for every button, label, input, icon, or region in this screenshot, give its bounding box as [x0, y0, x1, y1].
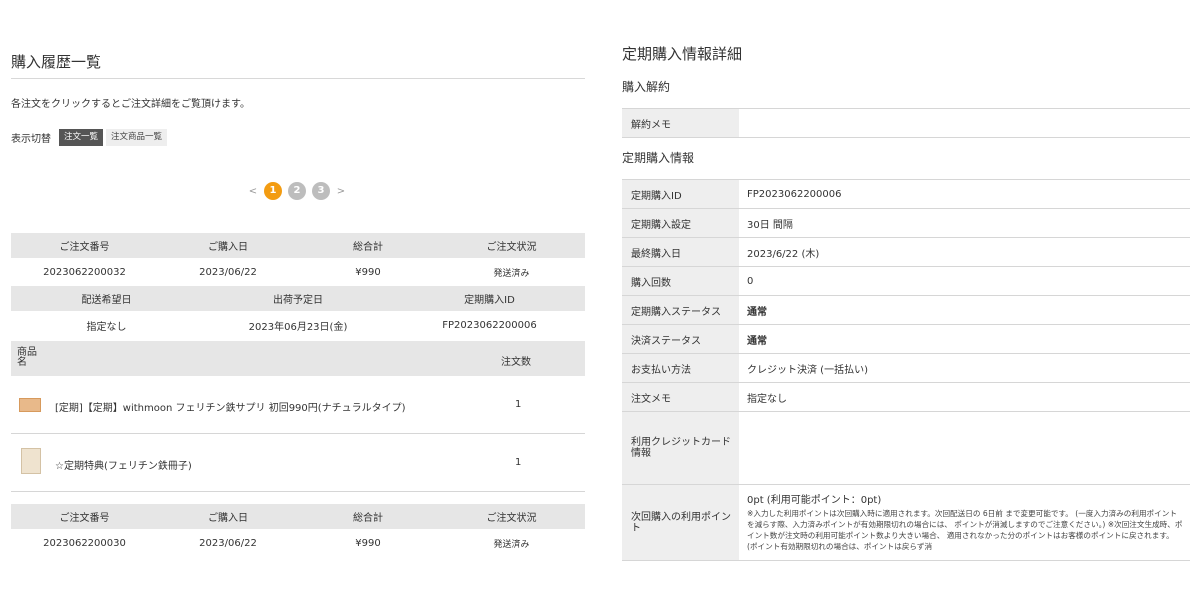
product-name[interactable]: ☆定期特典(フェリチン鉄冊子) — [55, 457, 192, 472]
ship-date: 2023年06月23日(金) — [248, 321, 348, 333]
info-label: 決済ステータス — [622, 324, 739, 354]
order-status-header: ご注文状況 — [486, 242, 537, 253]
delivery-wish: 指定なし — [86, 321, 127, 333]
cancel-memo-value — [739, 108, 1190, 138]
info-label: 注文メモ — [622, 382, 739, 412]
product-qty: 1 — [515, 399, 522, 410]
pagination-prev-icon[interactable]: < — [245, 186, 261, 197]
view-switch: 表示切替 注文一覧 注文商品一覧 — [11, 128, 168, 146]
item-qty-header: 注文数 — [501, 357, 531, 368]
info-value: 指定なし — [739, 382, 1190, 412]
title-divider — [11, 78, 585, 79]
pagination-page-1[interactable]: 1 — [264, 182, 282, 200]
delivery-table: 配送希望日 出荷予定日 定期購入ID 指定なし 2023年06月23日(金) F… — [11, 286, 585, 339]
order-table: ご注文番号 ご購入日 総合計 ご注文状況 2023062200032 2023/… — [11, 233, 585, 286]
order-number[interactable]: 2023062200032 — [11, 258, 158, 286]
page-title: 購入履歴一覧 — [11, 53, 102, 71]
cancel-table: 解約メモ — [622, 108, 1190, 138]
order-item-row[interactable]: ☆定期特典(フェリチン鉄冊子) 1 — [11, 434, 585, 492]
info-value: 2023/6/22 (木) — [739, 237, 1190, 267]
info-label: 次回購入の利用ポイント — [622, 484, 739, 561]
info-label: 最終購入日 — [622, 237, 739, 267]
order-number-header: ご注文番号 — [59, 242, 110, 253]
order-row[interactable]: 2023062200030 2023/06/22 ¥990 発送済み — [11, 529, 585, 557]
order-number[interactable]: 2023062200030 — [11, 529, 158, 557]
info-label: お支払い方法 — [622, 353, 739, 383]
cancel-memo-label: 解約メモ — [622, 108, 739, 138]
purchase-date-header: ご購入日 — [208, 513, 248, 524]
info-row-payment-method: お支払い方法 クレジット決済 (一括払い) — [622, 353, 1190, 383]
order-header-row: ご注文番号 ご購入日 総合計 ご注文状況 — [11, 504, 585, 529]
view-switch-items-button[interactable]: 注文商品一覧 — [106, 128, 168, 146]
order-header-row: ご注文番号 ご購入日 総合計 ご注文状況 — [11, 233, 585, 258]
order-total: ¥990 — [355, 266, 381, 278]
order-status: 発送済み — [493, 268, 530, 279]
info-label: 定期購入設定 — [622, 208, 739, 238]
info-value: 通常 — [739, 324, 1190, 354]
subscription-info-table: 定期購入ID FP2023062200006 定期購入設定 30日 間隔 最終購… — [622, 179, 1190, 561]
delivery-header-row: 配送希望日 出荷予定日 定期購入ID — [11, 286, 585, 311]
purchase-date: 2023/06/22 — [199, 266, 257, 278]
total-header: 総合計 — [353, 242, 383, 253]
order-row[interactable]: 2023062200032 2023/06/22 ¥990 発送済み — [11, 258, 585, 286]
pagination-page-2[interactable]: 2 — [288, 182, 306, 200]
view-switch-label: 表示切替 — [11, 133, 51, 145]
info-row-purchase-count: 購入回数 0 — [622, 266, 1190, 296]
order-number-header: ご注文番号 — [59, 513, 110, 524]
info-row-last-purchase: 最終購入日 2023/6/22 (木) — [622, 237, 1190, 267]
pagination: < 1 2 3 > — [245, 182, 349, 200]
info-row-points: 次回購入の利用ポイント 0pt (利用可能ポイント：0pt) ※入力した利用ポイ… — [622, 484, 1190, 561]
subscription-id: FP2023062200006 — [442, 319, 537, 331]
pagination-page-3[interactable]: 3 — [312, 182, 330, 200]
order-table: ご注文番号 ご購入日 総合計 ご注文状況 2023062200030 2023/… — [11, 504, 585, 557]
purchase-date: 2023/06/22 — [199, 537, 257, 549]
info-label: 購入回数 — [622, 266, 739, 296]
subscription-detail-panel: 定期購入情報詳細 購入解約 解約メモ 定期購入情報 定期購入ID FP20230… — [622, 0, 1190, 600]
order-status-header: ご注文状況 — [486, 513, 537, 524]
info-value: 0 — [739, 266, 1190, 296]
order-item-row[interactable]: [定期]【定期】withmoon フェリチン鉄サプリ 初回990円(ナチュラルタ… — [11, 376, 585, 434]
info-label: 利用クレジットカード情報 — [622, 411, 739, 485]
info-value — [739, 411, 1190, 485]
info-label: 定期購入ステータス — [622, 295, 739, 325]
pagination-next-icon[interactable]: > — [333, 186, 349, 197]
ship-date-header: 出荷予定日 — [273, 295, 323, 306]
info-row-credit-card: 利用クレジットカード情報 — [622, 411, 1190, 485]
points-note: ※入力した利用ポイントは次回購入時に適用されます。次回配送日の 6日前 まで変更… — [747, 509, 1183, 551]
info-value: FP2023062200006 — [739, 179, 1190, 209]
order-status: 発送済み — [493, 539, 530, 550]
subscription-id-header: 定期購入ID — [464, 295, 515, 306]
info-row-setting: 定期購入設定 30日 間隔 — [622, 208, 1190, 238]
info-section-title: 定期購入情報 — [622, 151, 695, 165]
info-row-payment-status: 決済ステータス 通常 — [622, 324, 1190, 354]
info-label: 定期購入ID — [622, 179, 739, 209]
info-value: クレジット決済 (一括払い) — [739, 353, 1190, 383]
points-cell: 0pt (利用可能ポイント：0pt) ※入力した利用ポイントは次回購入時に適用さ… — [739, 484, 1190, 561]
info-row-order-memo: 注文メモ 指定なし — [622, 382, 1190, 412]
cancel-memo-row: 解約メモ — [622, 108, 1190, 138]
order-total: ¥990 — [355, 537, 381, 549]
total-header: 総合計 — [353, 513, 383, 524]
info-value: 通常 — [739, 295, 1190, 325]
cancel-section-title: 購入解約 — [622, 80, 671, 94]
item-name-header: 商品名 — [17, 347, 37, 368]
view-switch-orders-button[interactable]: 注文一覧 — [59, 128, 104, 146]
description-text: 各注文をクリックするとご注文詳細をご覧頂けます。 — [11, 99, 250, 110]
delivery-row: 指定なし 2023年06月23日(金) FP2023062200006 — [11, 311, 585, 339]
product-name[interactable]: [定期]【定期】withmoon フェリチン鉄サプリ 初回990円(ナチュラルタ… — [55, 399, 406, 414]
item-header-row: 商品名 注文数 — [11, 341, 585, 376]
info-row-subscription-status: 定期購入ステータス 通常 — [622, 295, 1190, 325]
product-qty: 1 — [515, 457, 522, 468]
detail-title: 定期購入情報詳細 — [622, 45, 743, 63]
product-thumbnail — [19, 398, 41, 412]
purchase-date-header: ご購入日 — [208, 242, 248, 253]
info-value: 30日 間隔 — [739, 208, 1190, 238]
points-value: 0pt (利用可能ポイント：0pt) — [747, 495, 882, 506]
order-history-panel: 購入履歴一覧 各注文をクリックするとご注文詳細をご覧頂けます。 表示切替 注文一… — [11, 0, 585, 600]
delivery-wish-header: 配送希望日 — [81, 295, 132, 306]
info-row-subscription-id: 定期購入ID FP2023062200006 — [622, 179, 1190, 209]
product-thumbnail — [21, 448, 41, 474]
